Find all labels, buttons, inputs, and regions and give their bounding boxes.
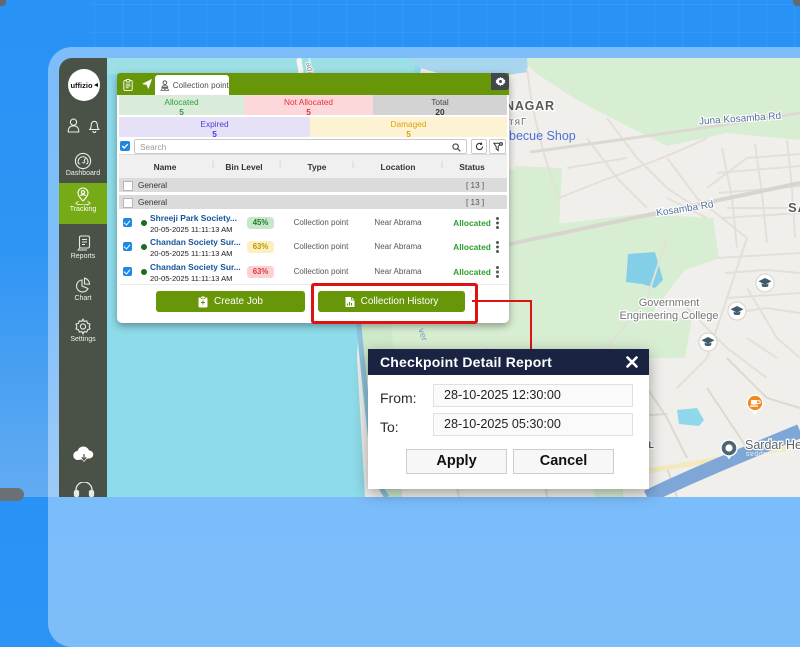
svg-text:SA: SA — [788, 200, 800, 215]
svg-text:Sardar Heig: Sardar Heig — [745, 438, 800, 452]
svg-text:sɐɖdɐɖ ɥᴀɪʜs: sɐɖdɐɖ ɥᴀɪʜs — [746, 451, 794, 458]
svg-text:тяΓ: тяΓ — [509, 117, 528, 128]
svg-text:becue Shop: becue Shop — [509, 129, 576, 143]
svg-text:Government: Government — [639, 297, 700, 309]
svg-text:Engineering College: Engineering College — [619, 310, 718, 322]
svg-text:NAGAR: NAGAR — [505, 99, 555, 113]
